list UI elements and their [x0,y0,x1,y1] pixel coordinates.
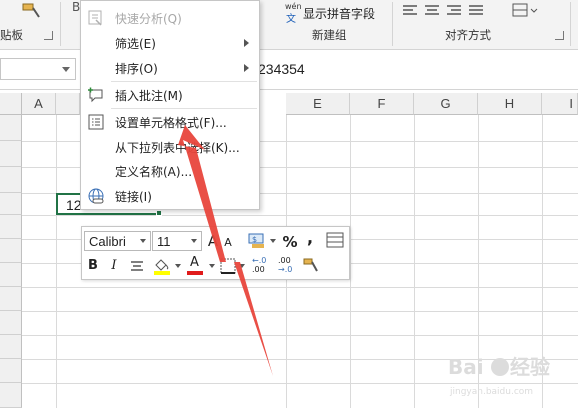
svg-text:经验: 经验 [510,355,550,379]
svg-text:jingyan.baidu.com: jingyan.baidu.com [449,387,533,397]
svg-text:Bai: Bai [448,355,484,379]
watermark-logo-icon: Bai 经验 jingyan.baidu.com [448,355,550,397]
